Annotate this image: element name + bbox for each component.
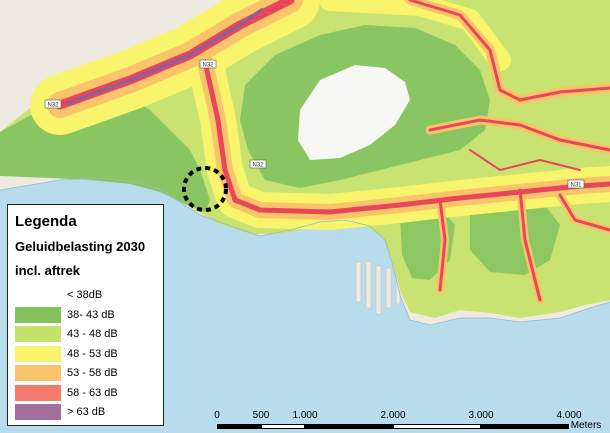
legend-title: Legenda (15, 213, 77, 230)
legend-row-43-48: 43 - 48 dB (15, 326, 118, 342)
legend-row-58-63: 58 - 63 dB (15, 384, 118, 401)
scale-segment (393, 424, 481, 429)
road-shield-4: N31 (567, 179, 585, 189)
legend-label: 53 - 58 dB (67, 367, 118, 379)
legend-swatch (15, 326, 61, 342)
legend-swatch (15, 287, 61, 303)
legend-label: < 38dB (67, 289, 103, 301)
scale-tick-label: 1.000 (292, 410, 318, 421)
legend-swatch (15, 345, 61, 362)
svg-text:N32: N32 (252, 163, 264, 169)
svg-text:N32: N32 (202, 63, 214, 69)
scale-segment (217, 424, 261, 429)
legend-subtitle-secondary: incl. aftrek (15, 263, 81, 278)
legend-row-38-43: 38- 43 dB (15, 306, 115, 323)
legend-label: 38- 43 dB (67, 308, 115, 321)
legend-label: 48 - 53 dB (67, 347, 118, 360)
road-shield-1: N32 (44, 99, 62, 109)
scale-tick-label: 500 (252, 410, 270, 421)
scale-tick-label: 2.000 (380, 410, 406, 421)
legend-swatch (15, 365, 61, 381)
scale-segment (305, 424, 393, 429)
legend-label: > 63 dB (67, 406, 106, 418)
legend-row-53-58: 53 - 58 dB (15, 365, 118, 381)
legend-subtitle-main: Geluidbelasting 2030 (15, 239, 146, 254)
svg-text:N31: N31 (570, 183, 582, 189)
legend-swatch (15, 384, 61, 401)
scale-unit-label: Meters (570, 420, 602, 431)
legend-row-above-63: > 63 dB (15, 404, 105, 420)
scale-bar: 0 500 1.000 2.000 3.000 4.000 Meters (214, 410, 601, 431)
road-shield-2: N32 (199, 59, 217, 69)
svg-text:N32: N32 (47, 103, 59, 109)
legend-row-48-53: 48 - 53 dB (15, 345, 118, 362)
road-shield-3: N32 (249, 159, 267, 169)
legend-row-below-38: < 38dB (15, 287, 102, 303)
scale-tick-label: 0 (214, 410, 220, 421)
scale-segment (261, 424, 305, 429)
harbour-piers (355, 261, 401, 315)
legend-label: 58 - 63 dB (67, 386, 118, 399)
scale-segment (481, 424, 569, 429)
legend-swatch (15, 306, 61, 323)
legend-label: 43 - 48 dB (67, 328, 118, 340)
map-legend: Legenda Geluidbelasting 2030 incl. aftre… (7, 204, 164, 426)
scale-tick-label: 3.000 (468, 410, 494, 421)
legend-swatch (15, 404, 61, 420)
